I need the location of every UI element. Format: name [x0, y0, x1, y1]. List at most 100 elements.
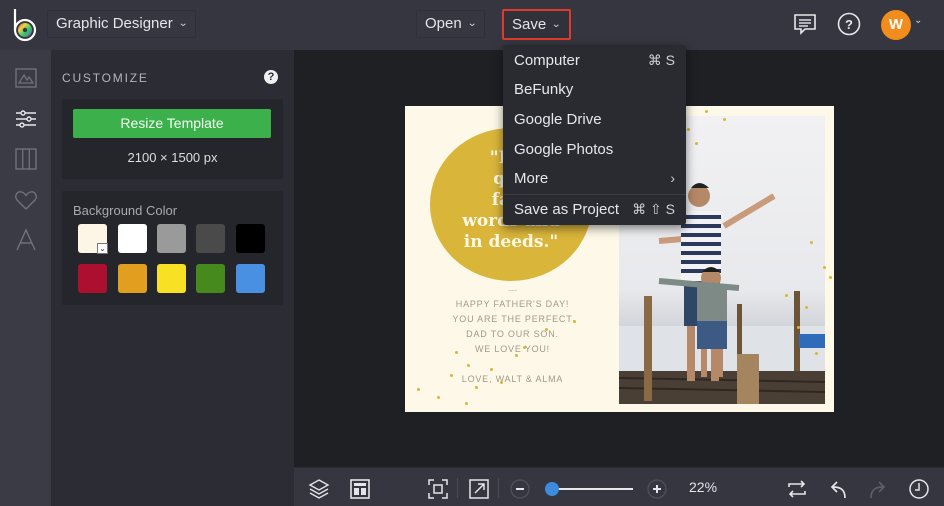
top-bar: Graphic Designer ⌄ Open ⌄ Save ⌄ ? W ⌄ — [0, 0, 944, 50]
resize-template-button[interactable]: Resize Template — [73, 109, 271, 138]
zoom-level[interactable]: 22% — [689, 479, 717, 495]
confetti-dot — [695, 142, 698, 145]
customize-panel: CUSTOMIZE ? Resize Template 2100 × 1500 … — [52, 50, 294, 506]
confetti-dot — [829, 276, 832, 279]
confetti-dot — [797, 326, 800, 329]
confetti-dot — [437, 396, 440, 399]
undo-icon[interactable] — [827, 478, 849, 500]
fit-screen-icon[interactable] — [427, 478, 449, 500]
chevron-right-icon: › — [670, 170, 675, 186]
heart-icon[interactable] — [14, 188, 38, 212]
confetti-dot — [545, 328, 548, 331]
confetti-dot — [705, 110, 708, 113]
chevron-down-icon[interactable]: ⌄ — [914, 15, 922, 26]
save-menu: Computer ⌘ S BeFunky Google Drive Google… — [503, 45, 686, 225]
color-swatch[interactable] — [196, 264, 225, 293]
color-swatch[interactable] — [236, 264, 265, 293]
confetti-dot — [810, 241, 813, 244]
app-menu-button[interactable]: Graphic Designer ⌄ — [47, 10, 197, 38]
background-color-card: Background Color ⌄ — [62, 191, 283, 305]
app-menu-label: Graphic Designer — [56, 15, 173, 32]
confetti-dot — [823, 266, 826, 269]
feedback-icon[interactable] — [793, 12, 817, 36]
image-icon[interactable] — [14, 66, 38, 90]
divider-dashes: --- — [508, 285, 517, 295]
background-color-label: Background Color — [73, 203, 178, 218]
confetti-dot — [417, 388, 420, 391]
redo-icon[interactable] — [867, 478, 889, 500]
menu-item-label: Save as Project — [514, 201, 620, 218]
chevron-down-icon: ⌄ — [551, 18, 562, 30]
befunky-logo[interactable] — [12, 8, 38, 42]
help-icon[interactable]: ? — [264, 70, 278, 84]
quote-line: in deeds." — [463, 232, 559, 252]
history-icon[interactable] — [908, 478, 930, 500]
menu-item-save-as-project[interactable]: Save as Project ⌘ ⇧ S — [503, 195, 686, 224]
confetti-dot — [687, 128, 690, 131]
svg-text:?: ? — [845, 17, 853, 32]
menu-item-label: Computer — [514, 52, 580, 69]
color-swatch[interactable] — [157, 224, 186, 253]
shortcut-label: ⌘ S — [647, 52, 675, 68]
chevron-down-icon: ⌄ — [466, 18, 477, 29]
menu-item-google-drive[interactable]: Google Drive — [503, 105, 686, 134]
save-label: Save — [512, 15, 547, 33]
menu-item-label: Google Drive — [514, 111, 602, 128]
color-swatch[interactable]: ⌄ — [78, 224, 108, 254]
signature[interactable]: LOVE, WALT & ALMA — [405, 374, 620, 384]
color-swatch[interactable] — [118, 264, 147, 293]
avatar[interactable]: W — [881, 10, 911, 40]
confetti-dot — [785, 294, 788, 297]
layout-columns-icon[interactable] — [14, 147, 38, 171]
confetti-dot — [723, 118, 726, 121]
zoom-out-icon[interactable] — [509, 478, 531, 500]
menu-item-more[interactable]: More › — [503, 164, 686, 193]
toolbar-divider — [457, 478, 458, 498]
color-swatch[interactable] — [118, 224, 147, 253]
swatch-dropdown-icon[interactable]: ⌄ — [97, 243, 108, 254]
color-swatch[interactable] — [157, 264, 186, 293]
expand-icon[interactable] — [468, 478, 490, 500]
confetti-dot — [815, 352, 818, 355]
zoom-in-icon[interactable] — [646, 478, 668, 500]
menu-item-label: Google Photos — [514, 141, 614, 158]
zoom-slider-handle[interactable] — [545, 482, 559, 496]
sliders-icon[interactable] — [14, 107, 38, 131]
shortcut-label: ⌘ ⇧ S — [632, 201, 675, 217]
menu-item-befunky[interactable]: BeFunky — [503, 75, 686, 104]
panel-title: CUSTOMIZE — [62, 71, 149, 85]
confetti-dot — [805, 306, 808, 309]
menu-item-label: BeFunky — [514, 81, 574, 98]
text-icon[interactable] — [14, 228, 38, 252]
template-dimensions: 2100 × 1500 px — [127, 150, 218, 165]
swap-icon[interactable] — [786, 478, 808, 500]
message-line[interactable]: YOU ARE THE PERFECT — [405, 314, 620, 324]
save-button[interactable]: Save ⌄ — [502, 9, 571, 40]
menu-item-computer[interactable]: Computer ⌘ S — [503, 46, 686, 75]
help-icon[interactable]: ? — [837, 12, 861, 36]
color-swatch[interactable] — [196, 224, 225, 253]
confetti-dot — [523, 346, 526, 349]
confetti-dot — [500, 381, 503, 384]
color-swatch[interactable] — [78, 264, 107, 293]
message-line[interactable]: DAD TO OUR SON. — [405, 329, 620, 339]
bottom-toolbar: 22% — [294, 467, 944, 506]
toolbar-divider — [498, 478, 499, 498]
template-icon[interactable] — [349, 478, 371, 500]
chevron-down-icon: ⌄ — [177, 18, 188, 29]
confetti-dot — [515, 354, 518, 357]
layers-icon[interactable] — [308, 478, 330, 500]
zoom-slider-track[interactable] — [551, 488, 633, 490]
open-label: Open — [425, 15, 462, 32]
resize-card: Resize Template 2100 × 1500 px — [62, 99, 283, 179]
confetti-dot — [573, 320, 576, 323]
confetti-dot — [467, 364, 470, 367]
color-swatch[interactable] — [236, 224, 265, 253]
tool-rail — [0, 50, 52, 506]
menu-item-label: More — [514, 170, 549, 187]
message-line[interactable]: WE LOVE YOU! — [405, 344, 620, 354]
menu-item-google-photos[interactable]: Google Photos — [503, 135, 686, 164]
open-button[interactable]: Open ⌄ — [416, 10, 486, 38]
confetti-dot — [455, 351, 458, 354]
message-line[interactable]: HAPPY FATHER'S DAY! — [405, 299, 620, 309]
